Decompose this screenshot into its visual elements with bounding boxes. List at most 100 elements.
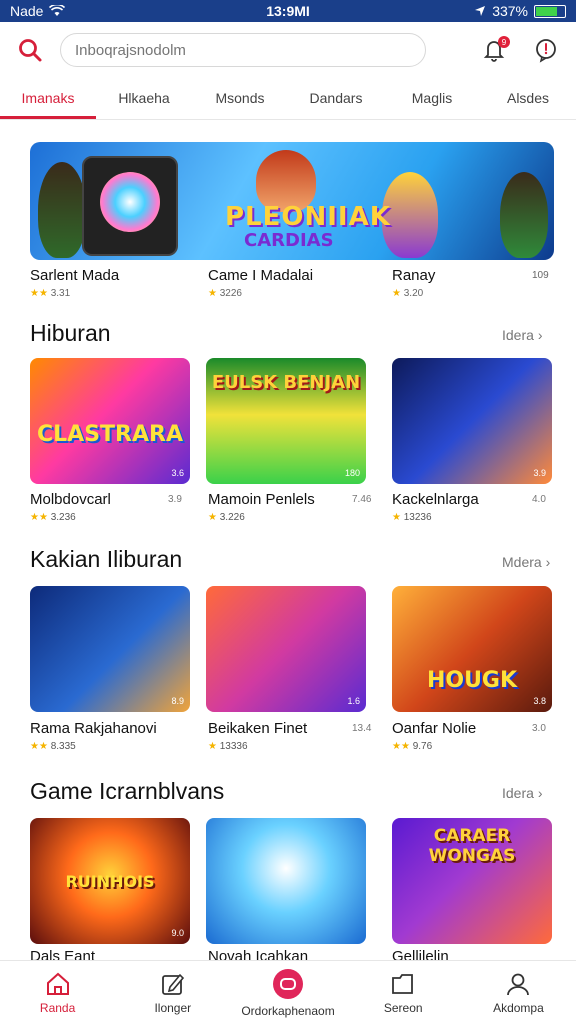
star-icon: ★★ xyxy=(30,512,48,523)
game-card[interactable]: 3.9 xyxy=(392,358,552,484)
card-art-text: HOUGK xyxy=(426,668,518,693)
banner-title: PLEONIIAK xyxy=(225,202,391,232)
notification-bell-icon[interactable]: 9 xyxy=(478,34,510,66)
card-art-text: EULSK BENJAN xyxy=(211,372,361,393)
nav-label: Ordorkaphenaom xyxy=(241,1003,335,1018)
banner-character-far-right xyxy=(500,172,548,258)
banner-item-name[interactable]: Came I Madalai xyxy=(208,267,313,284)
folder-icon xyxy=(392,973,414,994)
nav-ilonger[interactable]: Ilonger xyxy=(115,961,230,1024)
game-card[interactable]: 8.9 xyxy=(30,586,190,712)
tab-msonds[interactable]: Msonds xyxy=(192,78,288,119)
card-title[interactable]: Oanfar Nolie xyxy=(392,720,552,737)
banner-item-name[interactable]: Sarlent Mada xyxy=(30,267,119,284)
battery-icon xyxy=(534,4,566,18)
banner-item-count: 109 xyxy=(532,270,549,281)
tab-alsdes[interactable]: Alsdes xyxy=(480,78,576,119)
card-meta: 3.0 xyxy=(532,723,546,734)
search-field[interactable] xyxy=(60,33,426,67)
tab-hlkaeha[interactable]: Hlkaeha xyxy=(96,78,192,119)
card-title[interactable]: Molbdovcarl xyxy=(30,491,190,508)
card-meta: 7.46 xyxy=(352,494,372,505)
battery-percent: 337% xyxy=(492,3,528,19)
see-more-link[interactable]: Idera › xyxy=(502,785,542,801)
card-badge: 3.8 xyxy=(533,696,546,706)
nav-label: Ilonger xyxy=(154,1000,192,1015)
chevron-right-icon: › xyxy=(537,785,543,801)
chevron-right-icon: › xyxy=(545,554,551,570)
carrier-label: Nade xyxy=(10,3,44,19)
notification-badge: 9 xyxy=(498,36,510,48)
card-title[interactable]: Mamoin Penlels xyxy=(208,491,368,508)
card-meta: 4.0 xyxy=(532,494,546,505)
card-art-text: RUINHOIS xyxy=(65,872,155,891)
game-card[interactable]: HOUGK 3.8 xyxy=(392,586,552,712)
location-icon xyxy=(475,6,486,16)
card-rating: ★★ 8.335 xyxy=(30,741,76,752)
chevron-right-icon: › xyxy=(537,327,543,343)
card-badge: 1.6 xyxy=(347,696,360,706)
search-icon[interactable] xyxy=(14,34,46,66)
star-icon: ★★ xyxy=(30,741,48,752)
banner-item-rating: ★ 3226 xyxy=(208,288,242,299)
card-badge: 3.9 xyxy=(533,468,546,478)
card-rating: ★★ 3.236 xyxy=(30,512,76,523)
card-title[interactable]: Kackelnlarga xyxy=(392,491,552,508)
banner-item-name[interactable]: Ranay xyxy=(392,267,435,284)
see-more-link[interactable]: Idera › xyxy=(502,327,542,343)
game-card[interactable]: EULSK BENJAN 180 xyxy=(206,358,366,484)
profile-icon xyxy=(507,973,530,995)
banner-item-rating: ★★ 3.31 xyxy=(30,288,71,299)
tab-maglis[interactable]: Maglis xyxy=(384,78,480,119)
nav-ordorkaphenaom[interactable]: Ordorkaphenaom xyxy=(230,961,345,1024)
card-rating: ★★ 9.76 xyxy=(392,741,433,752)
nav-sereon[interactable]: Sereon xyxy=(346,961,461,1024)
game-card[interactable] xyxy=(206,818,366,944)
wifi-icon xyxy=(49,5,66,16)
card-meta: 13.4 xyxy=(352,723,372,734)
game-card[interactable]: CARAER WONGAS xyxy=(392,818,552,944)
nav-label: Sereon xyxy=(383,1000,423,1015)
card-art-text: CLASTRARA xyxy=(37,422,183,447)
star-icon: ★ xyxy=(392,288,401,299)
card-badge: 9.0 xyxy=(171,928,184,938)
card-title[interactable]: Beikaken Finet xyxy=(208,720,368,737)
star-icon: ★★ xyxy=(392,741,410,752)
chat-icon xyxy=(273,968,303,999)
tab-imanaks[interactable]: Imanaks xyxy=(0,78,96,119)
top-bar: 9 xyxy=(0,22,576,78)
edit-icon xyxy=(161,973,184,995)
tab-dandars[interactable]: Dandars xyxy=(288,78,384,119)
card-rating: ★ 3.226 xyxy=(208,512,245,523)
banner-item-rating: ★ 3.20 xyxy=(392,288,424,299)
nav-akdompa[interactable]: Akdompa xyxy=(461,961,576,1024)
message-icon[interactable] xyxy=(530,34,562,66)
game-card[interactable]: 1.6 xyxy=(206,586,366,712)
section-title: Hiburan xyxy=(30,320,111,346)
card-art-text: CARAER WONGAS xyxy=(428,826,516,866)
card-title[interactable]: Rama Rakjahanovi xyxy=(30,720,190,737)
card-rating: ★ 13336 xyxy=(208,741,248,752)
banner-phone-image xyxy=(82,156,178,256)
card-badge: 8.9 xyxy=(171,696,184,706)
search-input[interactable] xyxy=(75,41,411,59)
card-meta: 3.9 xyxy=(168,494,182,505)
nav-label: Akdompa xyxy=(493,1000,544,1015)
clock: 13:9MI xyxy=(266,3,310,19)
banner-character-left xyxy=(38,162,86,258)
bottom-navigation: Randa Ilonger Ordorkaphenaom Sereon Akdo… xyxy=(0,960,576,1024)
card-badge: 3.6 xyxy=(171,468,184,478)
game-card[interactable]: RUINHOIS 9.0 xyxy=(30,818,190,944)
featured-banner[interactable]: PLEONIIAK CARDIAS xyxy=(30,142,554,260)
banner-subtitle: CARDIAS xyxy=(244,230,334,251)
game-card[interactable]: CLASTRARA 3.6 xyxy=(30,358,190,484)
status-bar: Nade 13:9MI 337% xyxy=(0,0,576,22)
section-title: Kakian Iliburan xyxy=(30,546,183,572)
star-icon: ★★ xyxy=(30,288,48,299)
card-rating: ★ 13236 xyxy=(392,512,432,523)
section-title: Game Icrarnblvans xyxy=(30,778,225,804)
star-icon: ★ xyxy=(208,512,217,523)
category-tabs: Imanaks Hlkaeha Msonds Dandars Maglis Al… xyxy=(0,78,576,120)
see-more-link[interactable]: Mdera › xyxy=(502,554,550,570)
nav-home[interactable]: Randa xyxy=(0,961,115,1024)
